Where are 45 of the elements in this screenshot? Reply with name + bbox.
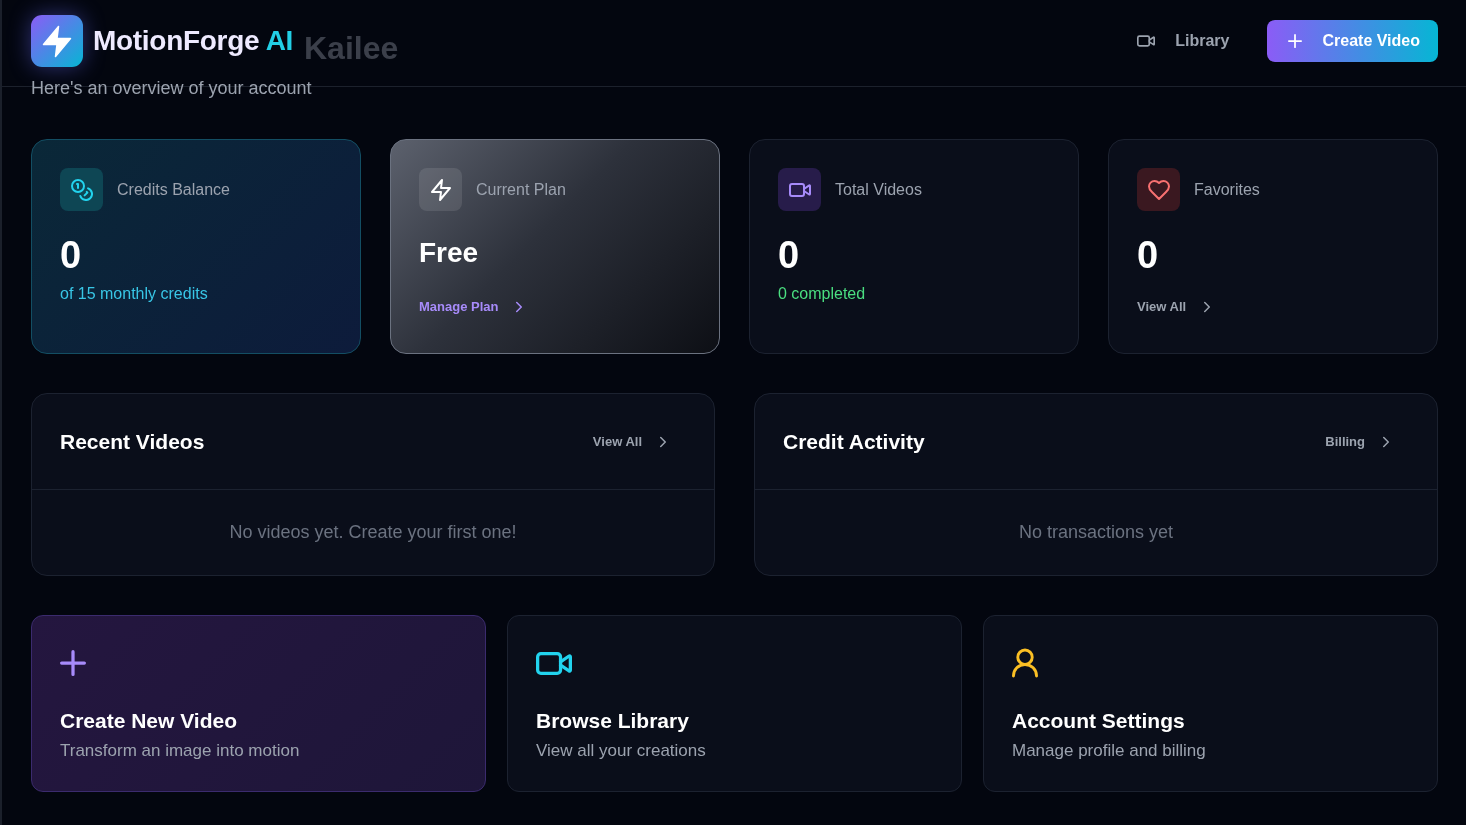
empty-state-text: No transactions yet bbox=[1018, 522, 1174, 543]
panel-link[interactable]: Billing bbox=[1325, 431, 1389, 452]
coins-icon bbox=[60, 168, 103, 211]
logo-text: MotionForge AI bbox=[93, 25, 294, 57]
panel-title: Recent Videos bbox=[60, 429, 205, 454]
action-title: Account Settings bbox=[1012, 708, 1186, 734]
card-link[interactable]: Manage Plan bbox=[419, 297, 523, 317]
lightning-bolt-icon bbox=[419, 168, 462, 211]
action-description: Manage profile and billing bbox=[1012, 740, 1207, 762]
lightning-logo-icon bbox=[31, 15, 83, 67]
library-link[interactable]: Library bbox=[1137, 32, 1230, 50]
panel-title: Credit Activity bbox=[783, 429, 925, 454]
chevron-right-icon bbox=[1383, 435, 1389, 448]
stat-label: Current Plan bbox=[476, 180, 566, 199]
stat-label: Total Videos bbox=[835, 180, 922, 199]
welcome-heading: Kailee bbox=[304, 29, 399, 68]
action-title: Browse Library bbox=[536, 708, 690, 734]
stat-value: Free bbox=[419, 236, 480, 270]
video-camera-icon bbox=[536, 651, 572, 675]
card-link[interactable]: View All bbox=[1137, 297, 1211, 317]
stat-value: 0 bbox=[60, 233, 83, 277]
stat-value: 0 bbox=[1137, 233, 1160, 277]
action-card[interactable]: Browse Library View all your creations bbox=[507, 615, 962, 792]
chevron-right-icon bbox=[516, 301, 523, 313]
panel-link[interactable]: View All bbox=[592, 431, 666, 452]
action-card[interactable]: Create New Video Transform an image into motion bbox=[31, 615, 486, 792]
chevron-right-icon bbox=[660, 435, 666, 448]
video-camera-icon bbox=[778, 168, 821, 211]
action-description: View all your creations bbox=[536, 740, 707, 762]
stat-note: of 15 monthly credits bbox=[60, 284, 209, 304]
stat-note: 0 completed bbox=[778, 284, 867, 304]
user-icon bbox=[1012, 646, 1038, 680]
stat-label: Credits Balance bbox=[117, 180, 230, 199]
stat-label: Favorites bbox=[1194, 180, 1260, 199]
welcome-subtitle: Here's an overview of your account bbox=[31, 77, 312, 100]
plus-icon bbox=[1288, 34, 1303, 48]
create-video-button[interactable]: Create Video bbox=[1267, 20, 1438, 62]
action-description: Transform an image into motion bbox=[60, 740, 301, 762]
plus-icon bbox=[60, 650, 86, 676]
action-card[interactable]: Account Settings Manage profile and billing bbox=[983, 615, 1438, 792]
action-title: Create New Video bbox=[60, 708, 238, 734]
stat-value: 0 bbox=[778, 233, 801, 277]
chevron-right-icon bbox=[1204, 301, 1211, 313]
video-camera-icon bbox=[1137, 35, 1156, 47]
empty-state-text: No videos yet. Create your first one! bbox=[229, 522, 517, 543]
